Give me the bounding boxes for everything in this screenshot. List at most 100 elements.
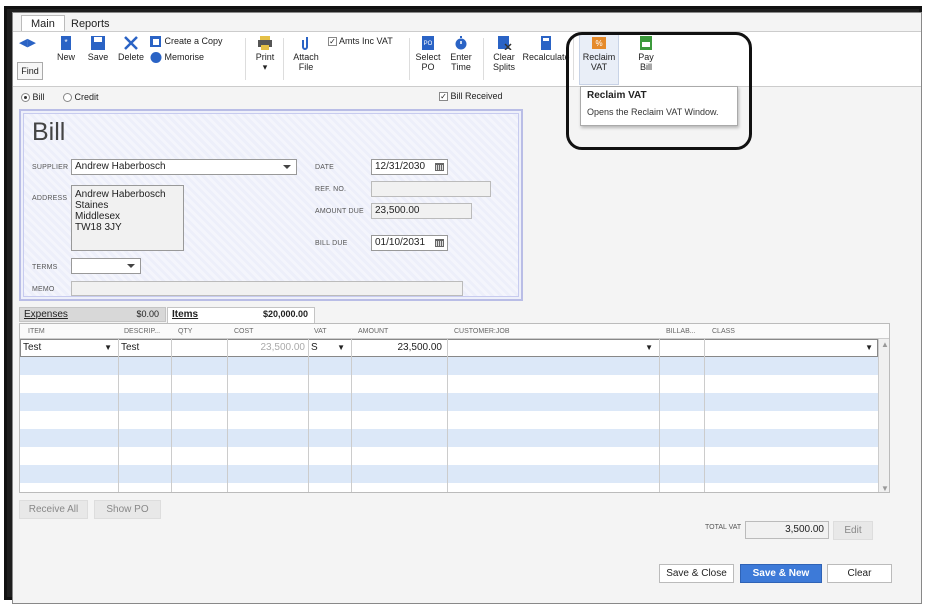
cost-cell[interactable]: 23,500.00 [230,339,306,357]
terms-dropdown[interactable] [71,258,141,274]
separator [283,38,284,80]
memo-field[interactable] [71,281,463,296]
scroll-up-icon[interactable]: ▲ [881,340,889,349]
show-po-button[interactable]: Show PO [94,500,161,519]
table-row[interactable] [20,465,878,483]
column-divider [351,339,352,492]
table-row[interactable] [20,411,878,429]
customer-job-cell[interactable]: ▼ [450,339,657,357]
description-cell[interactable]: Test [121,339,139,357]
ref-no-label: REF. NO. [315,186,347,193]
recalculate-button[interactable]: Recalculate [522,36,570,62]
ref-no-field[interactable] [371,181,491,197]
column-divider [447,339,448,492]
chevron-down-icon[interactable]: ▼ [645,339,653,357]
enter-time-button[interactable]: Enter Time [446,36,476,72]
vertical-scrollbar[interactable]: ▲ ▼ [878,339,889,492]
chevron-down-icon[interactable]: ▼ [337,339,345,357]
bill-received-checkbox[interactable]: ✓ Bill Received [439,91,503,102]
amount-cell[interactable]: 23,500.00 [354,339,443,357]
copy-icon [150,36,161,48]
credit-radio[interactable]: Credit [63,92,99,103]
tab-items[interactable]: Items $20,000.00 [167,307,315,323]
date-field[interactable]: 12/31/2030 [371,159,448,175]
terms-label: TERMS [32,264,58,271]
checkmark-icon: ✓ [439,92,448,102]
delete-x-icon [124,36,138,50]
supplier-label: SUPPLIER [32,164,69,171]
toolbar: ◀▶ Find * New Save Delete Create a Copy … [13,31,921,87]
column-class[interactable]: CLASS [712,324,735,339]
table-row[interactable] [20,447,878,465]
clear-button[interactable]: Clear [827,564,892,583]
bill-form: Bill SUPPLIER Andrew Haberbosch ADDRESS … [19,109,523,301]
supplier-dropdown[interactable]: Andrew Haberbosch [71,159,297,175]
tab-reports[interactable]: Reports [61,15,120,32]
calculator-icon [541,36,551,50]
total-vat-label: TOTAL VAT [705,524,742,531]
total-vat-field: 3,500.00 [745,521,829,539]
calendar-icon[interactable] [435,239,444,247]
purchase-order-icon: PO [422,36,434,50]
delete-button[interactable]: Delete [117,36,145,62]
column-divider [227,339,228,492]
address-box[interactable]: Andrew Haberbosch Staines Middlesex TW18… [71,185,184,251]
radio-icon [63,93,72,103]
vat-cell[interactable]: S ▼ [311,339,349,357]
item-cell[interactable]: Test ▼ [23,339,116,357]
tab-main[interactable]: Main [21,15,65,32]
class-cell[interactable]: ▼ [707,339,877,357]
column-divider [171,339,172,492]
detail-tabs: Expenses $0.00 Items $20,000.00 [19,307,317,323]
calendar-icon[interactable] [435,163,444,171]
bill-window: Main Reports ◀▶ Find * New Save Delete C… [12,12,922,604]
form-heading: Bill [32,118,66,146]
column-billable[interactable]: BILLAB... [666,324,696,339]
table-row[interactable] [20,375,878,393]
column-qty[interactable]: QTY [178,324,192,339]
create-copy-button[interactable]: Create a Copy [150,36,223,48]
nav-arrows[interactable]: ◀▶ [19,36,36,49]
column-description[interactable]: DESCRIP... [124,324,160,339]
save-button[interactable]: Save [85,36,111,62]
amts-inc-vat-checkbox[interactable]: ✓ Amts Inc VAT [328,36,393,47]
new-button[interactable]: * New [53,36,79,62]
table-row[interactable] [20,429,878,447]
table-row[interactable] [20,393,878,411]
save-new-button[interactable]: Save & New [740,564,822,583]
separator [409,38,410,80]
select-po-button[interactable]: PO Select PO [413,36,443,72]
items-table: ITEM DESCRIP... QTY COST VAT AMOUNT CUST… [19,323,890,493]
edit-button[interactable]: Edit [833,521,873,540]
column-item[interactable]: ITEM [28,324,45,339]
bill-form-panel: Bill SUPPLIER Andrew Haberbosch ADDRESS … [23,113,519,297]
chevron-down-icon[interactable]: ▼ [104,339,112,357]
memorise-button[interactable]: Memorise [150,52,204,64]
column-divider [704,339,705,492]
separator [245,38,246,80]
table-row[interactable] [20,357,878,375]
tab-expenses[interactable]: Expenses $0.00 [19,307,166,322]
memo-label: MEMO [32,286,55,293]
receive-all-button[interactable]: Receive All [19,500,88,519]
chevron-down-icon[interactable]: ▼ [865,339,873,357]
find-button[interactable]: Find [17,62,43,80]
bill-due-field[interactable]: 01/10/2031 [371,235,448,251]
print-button[interactable]: Print ▾ [253,36,277,72]
save-close-button[interactable]: Save & Close [659,564,734,583]
amount-due-field[interactable]: 23,500.00 [371,203,472,219]
column-divider [118,339,119,492]
paperclip-icon [302,37,308,50]
column-divider [308,339,309,492]
next-arrow-icon[interactable]: ▶ [27,37,35,49]
new-document-icon: * [61,36,71,50]
clear-splits-button[interactable]: Clear Splits [488,36,520,72]
column-customer-job[interactable]: CUSTOMER:JOB [454,324,510,339]
column-vat[interactable]: VAT [314,324,327,339]
attach-file-button[interactable]: Attach File [291,36,321,72]
svg-text:PO: PO [424,41,433,47]
scroll-down-icon[interactable]: ▼ [881,484,889,492]
column-amount[interactable]: AMOUNT [358,324,388,339]
bill-radio[interactable]: Bill [21,92,45,103]
column-cost[interactable]: COST [234,324,253,339]
